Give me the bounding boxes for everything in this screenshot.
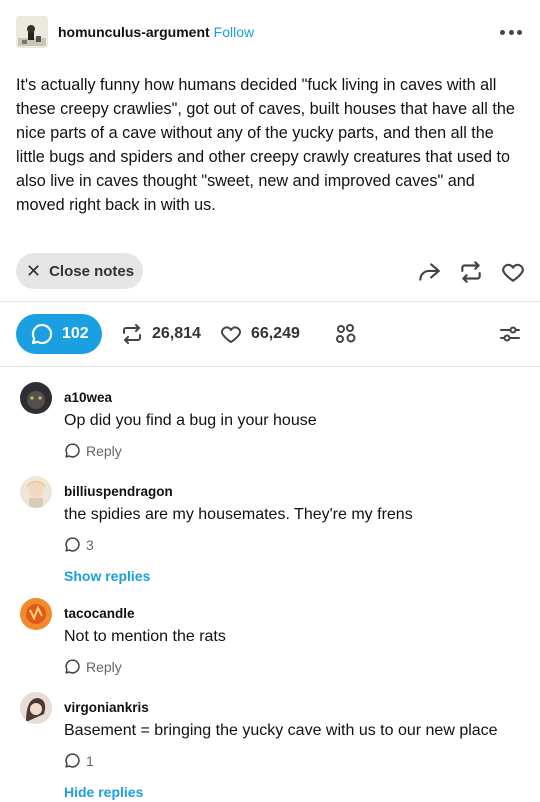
community-icon: [335, 324, 356, 343]
avatar[interactable]: [20, 598, 52, 630]
likes-count: 66,249: [250, 325, 300, 342]
note-username[interactable]: billiuspendragon: [64, 484, 173, 499]
close-icon: ✕: [26, 261, 42, 281]
note-text: Op did you find a bug in your house: [64, 412, 317, 429]
chat-bubble-icon: [65, 753, 80, 768]
close-notes-button[interactable]: ✕ Close notes: [16, 253, 143, 289]
replies-count: 102: [62, 325, 89, 342]
reply-button[interactable]: Reply: [64, 658, 122, 675]
note-text: the spidies are my housemates. They're m…: [64, 506, 413, 523]
divider: [0, 301, 540, 302]
reply-count: 3: [86, 536, 94, 553]
show-replies-link[interactable]: Show replies: [64, 568, 150, 584]
reblogs-count: 26,814: [152, 325, 201, 342]
heart-icon: [220, 326, 241, 343]
reblog-icon[interactable]: [458, 259, 484, 285]
avatar[interactable]: [20, 476, 52, 508]
blog-avatar[interactable]: [16, 16, 48, 48]
tab-community[interactable]: [334, 322, 358, 346]
chat-bubble-icon: [65, 443, 80, 458]
note-username[interactable]: tacocandle: [64, 606, 135, 621]
chat-bubble-icon: [65, 537, 80, 552]
post-header: homunculus-argument Follow: [16, 16, 524, 48]
reply-count: 1: [86, 752, 94, 769]
note-username[interactable]: a10wea: [64, 390, 112, 405]
avatar[interactable]: [20, 692, 52, 724]
reply-label: Reply: [86, 442, 122, 459]
notes-tabs: 102 26,814 66,249: [16, 314, 524, 354]
chat-bubble-icon: [31, 323, 53, 345]
note-username[interactable]: virgoniankris: [64, 700, 149, 715]
blog-name[interactable]: homunculus-argument: [58, 24, 210, 40]
tab-likes[interactable]: 66,249: [219, 322, 300, 346]
reply-count-button[interactable]: 1: [64, 752, 94, 769]
avatar[interactable]: [20, 382, 52, 414]
reblog-icon: [123, 324, 141, 344]
filter-sliders-icon[interactable]: [498, 322, 522, 351]
heart-icon[interactable]: [500, 259, 526, 285]
tab-replies[interactable]: 102: [16, 314, 102, 354]
hide-replies-link[interactable]: Hide replies: [64, 784, 143, 800]
post-actions: [416, 258, 526, 286]
post-text: It's actually funny how humans decided "…: [16, 76, 515, 214]
reply-button[interactable]: Reply: [64, 442, 122, 459]
reply-label: Reply: [86, 658, 122, 675]
reply-count-button[interactable]: 3: [64, 536, 94, 553]
chat-bubble-icon: [65, 659, 80, 674]
close-notes-label: Close notes: [49, 262, 135, 280]
share-icon[interactable]: [416, 259, 442, 285]
note-text: Not to mention the rats: [64, 628, 226, 645]
follow-button[interactable]: Follow: [214, 24, 254, 40]
note-text: Basement = bringing the yucky cave with …: [64, 722, 498, 739]
tab-reblogs[interactable]: 26,814: [120, 322, 201, 346]
more-options-icon[interactable]: [500, 24, 522, 40]
divider: [0, 366, 540, 367]
